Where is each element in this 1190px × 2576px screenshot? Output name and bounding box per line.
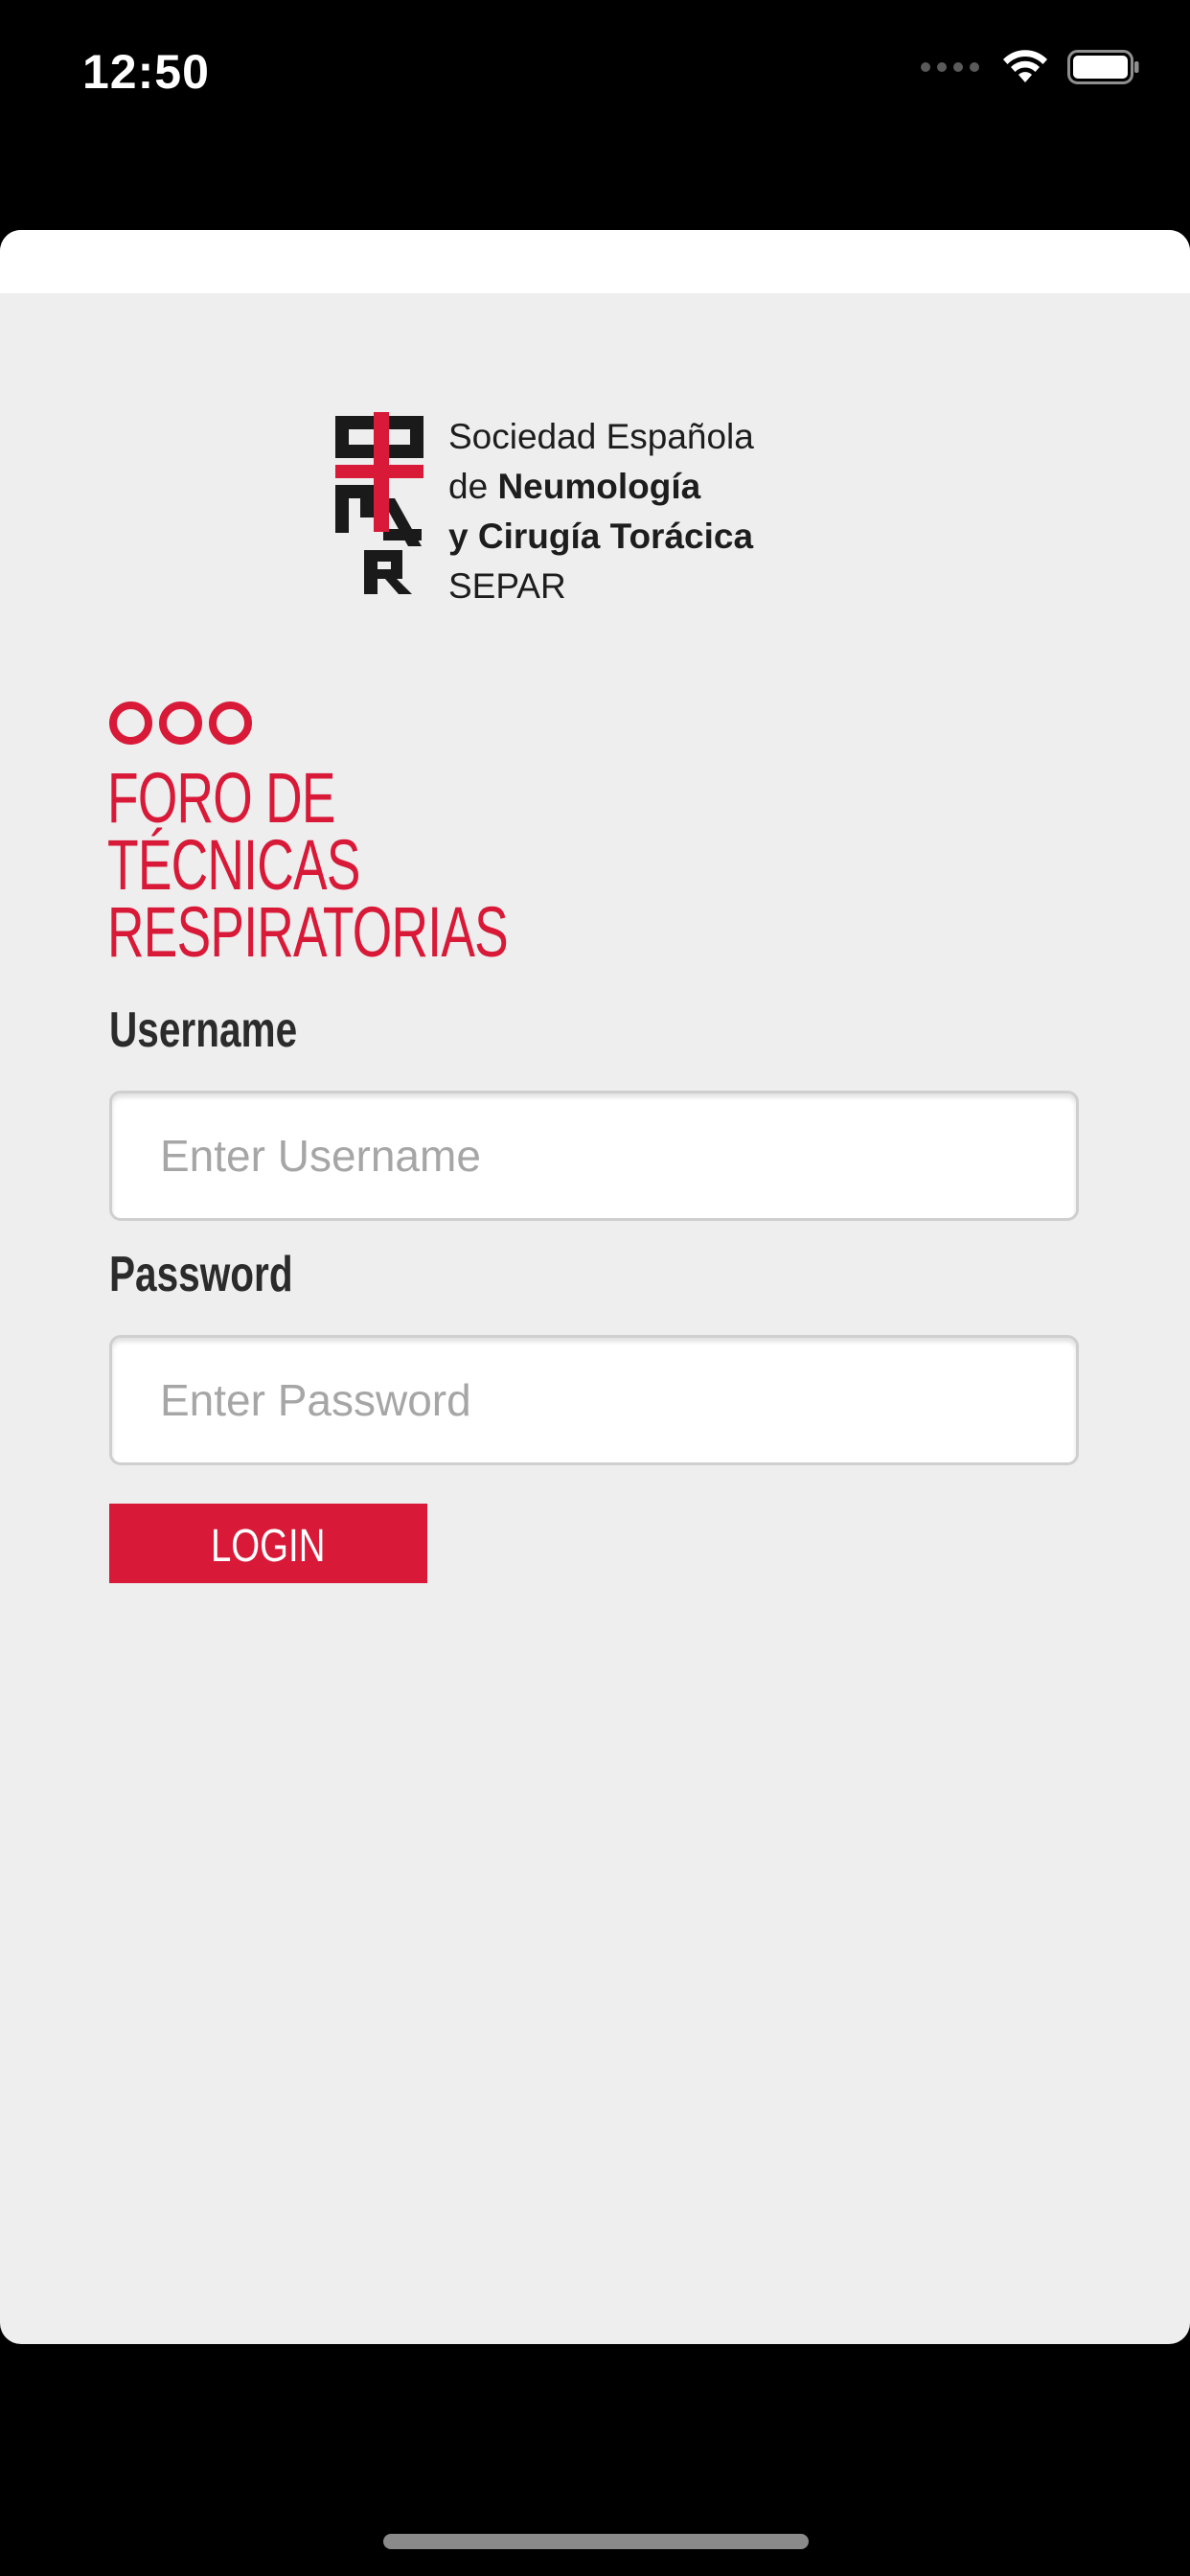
separ-emblem-icon — [335, 412, 423, 594]
home-indicator[interactable] — [383, 2534, 809, 2549]
status-time: 12:50 — [82, 45, 210, 99]
separ-logo-text: Sociedad Española de Neumología y Cirugí… — [448, 412, 754, 611]
username-label: Username — [109, 1002, 298, 1058]
battery-icon — [1067, 50, 1139, 84]
logo-line-2: de Neumología — [448, 467, 701, 506]
logo-line-4: SEPAR — [448, 566, 566, 606]
wifi-icon — [1003, 50, 1047, 82]
app-header-bar — [0, 230, 1190, 293]
forum-dots-icon — [109, 702, 252, 745]
forum-title: FORO DE TÉCNICAS RESPIRATORIAS — [107, 758, 509, 972]
logo-line-3: y Cirugía Torácica — [448, 517, 754, 556]
separ-logo: Sociedad Española de Neumología y Cirugí… — [335, 412, 795, 606]
password-label: Password — [109, 1247, 293, 1302]
app-screen: 12:50 Sociedad Española de Neumología y … — [0, 0, 1190, 2576]
status-icons — [921, 50, 1140, 84]
password-input[interactable] — [109, 1335, 1079, 1465]
logo-line-1: Sociedad Española — [448, 417, 754, 456]
cellular-signal-icon — [921, 62, 979, 72]
login-button-label: LOGIN — [211, 1521, 326, 1572]
login-button[interactable]: LOGIN — [109, 1504, 427, 1583]
username-input[interactable] — [109, 1091, 1079, 1221]
login-card: Sociedad Española de Neumología y Cirugí… — [0, 230, 1190, 2344]
logo-line-2-bold: Neumología — [497, 467, 701, 506]
